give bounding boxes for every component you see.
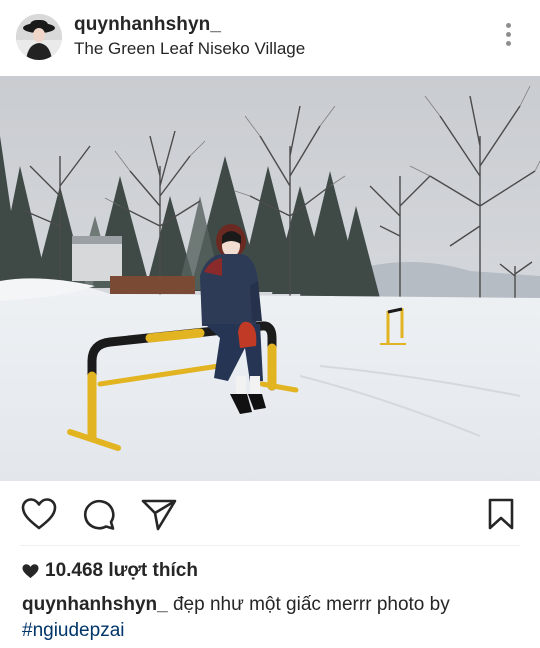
likes-text: 10.468 lượt thích bbox=[45, 560, 198, 581]
post-username[interactable]: quynhanhshyn_ bbox=[74, 14, 221, 36]
likes-count[interactable]: 10.468 lượt thích bbox=[22, 560, 198, 582]
divider bbox=[20, 545, 520, 546]
comment-bubble-icon[interactable] bbox=[80, 497, 118, 531]
post-caption: quynhanhshyn_ đẹp như một giấc merrr pho… bbox=[22, 592, 522, 644]
heart-outline-icon[interactable] bbox=[20, 497, 58, 531]
heart-filled-icon bbox=[22, 564, 39, 579]
caption-username[interactable]: quynhanhshyn_ bbox=[22, 594, 168, 615]
post-location[interactable]: The Green Leaf Niseko Village bbox=[74, 39, 305, 59]
post-photo[interactable] bbox=[0, 76, 540, 481]
hashtag-link[interactable]: #ngiudepzai bbox=[22, 620, 124, 641]
caption-text: đẹp như một giấc merrr photo by bbox=[167, 594, 450, 615]
avatar[interactable] bbox=[16, 14, 62, 60]
more-vertical-icon[interactable] bbox=[504, 23, 512, 49]
bookmark-icon[interactable] bbox=[486, 497, 524, 531]
paper-plane-icon[interactable] bbox=[140, 497, 178, 531]
post-actions bbox=[0, 481, 540, 545]
post-header: quynhanhshyn_ The Green Leaf Niseko Vill… bbox=[0, 0, 540, 76]
